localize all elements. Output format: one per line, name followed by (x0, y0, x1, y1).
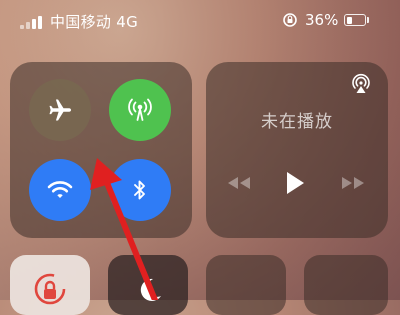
battery-icon (344, 14, 366, 26)
battery-cap (367, 17, 369, 23)
control-tile-4[interactable] (304, 255, 388, 315)
moon-icon (140, 278, 161, 301)
control-tile-3[interactable] (206, 255, 286, 315)
fast-forward-icon[interactable] (340, 175, 366, 191)
carrier-label: 中国移动 4G (50, 11, 138, 32)
wifi-toggle[interactable] (29, 159, 91, 221)
wifi-icon (47, 181, 73, 198)
carrier-name: 中国移动 (50, 13, 112, 31)
cellular-antenna-icon (128, 98, 152, 121)
status-bar: 中国移动 4G 36% (0, 0, 400, 44)
bluetooth-icon (134, 180, 145, 200)
bluetooth-toggle[interactable] (109, 159, 171, 221)
connectivity-panel (10, 62, 192, 238)
now-playing-title: 未在播放 (261, 112, 333, 132)
network-type: 4G (116, 13, 139, 31)
battery-percent: 36% (305, 11, 339, 29)
now-playing-panel[interactable]: 未在播放 (206, 62, 388, 238)
airplane-icon (49, 99, 72, 121)
cellular-data-toggle[interactable] (109, 79, 171, 141)
airplay-icon[interactable] (350, 73, 372, 95)
rewind-icon[interactable] (226, 175, 252, 191)
play-icon[interactable] (284, 170, 306, 196)
airplane-mode-toggle[interactable] (29, 79, 91, 141)
orientation-lock-toggle[interactable] (10, 255, 90, 315)
orientation-lock-status-icon (283, 13, 297, 27)
orientation-lock-icon (34, 273, 66, 305)
battery-fill (346, 16, 353, 24)
do-not-disturb-toggle[interactable] (108, 255, 188, 315)
signal-strength-icon (20, 15, 44, 29)
